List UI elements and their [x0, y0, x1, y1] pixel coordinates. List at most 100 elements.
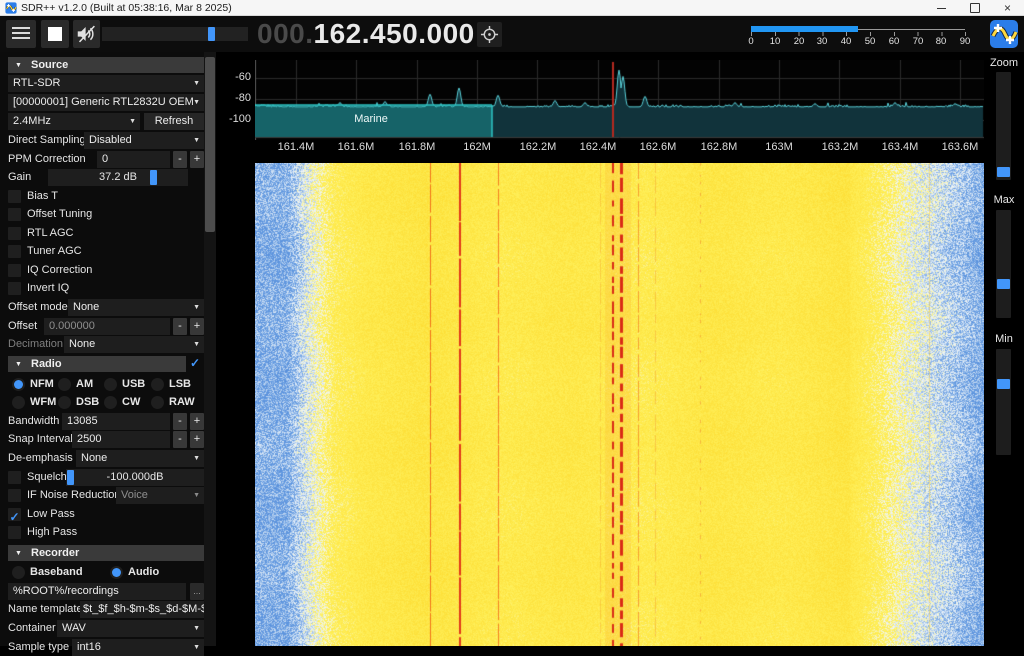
browse-button[interactable]: ... — [190, 583, 204, 600]
audio-radio[interactable] — [110, 566, 123, 579]
stop-button[interactable] — [41, 20, 69, 48]
bandwidth-input[interactable]: 13085 — [62, 413, 170, 430]
deemphasis-select[interactable]: None ▼ — [76, 450, 204, 467]
gain-slider[interactable]: 37.2 dB — [48, 169, 188, 186]
audio-label[interactable]: Audio — [128, 564, 159, 581]
ppm-input[interactable]: 0 — [97, 151, 170, 168]
fft-spectrum-plot[interactable] — [255, 60, 984, 140]
db-tick-0: 0 — [748, 36, 754, 47]
mode-am-radio[interactable] — [58, 378, 71, 391]
invert-iq-checkbox[interactable] — [8, 282, 21, 295]
bandwidth-increment-button[interactable]: + — [190, 413, 204, 430]
mode-cw-radio[interactable] — [104, 396, 117, 409]
gain-slider-handle[interactable] — [150, 170, 157, 185]
chevron-down-icon: ▼ — [193, 304, 200, 311]
offset-tuning-checkbox[interactable] — [8, 208, 21, 221]
high-pass-checkbox[interactable] — [8, 526, 21, 539]
sidebar-scrollbar[interactable] — [204, 52, 216, 646]
container-select[interactable]: WAV ▼ — [57, 620, 204, 637]
waterfall-display[interactable] — [255, 163, 984, 646]
offset-increment-button[interactable]: + — [190, 318, 204, 335]
source-type-select[interactable]: RTL-SDR ▼ — [8, 75, 204, 92]
mode-nfm-radio[interactable] — [12, 378, 25, 391]
close-button[interactable]: × — [991, 0, 1024, 16]
ifnr-select[interactable]: Voice ▼ — [116, 487, 204, 504]
mode-nfm-label[interactable]: NFM — [30, 376, 54, 393]
frequency-dim-digits[interactable]: 000. — [257, 18, 314, 49]
low-pass-checkbox[interactable]: ✓ — [8, 508, 21, 524]
mute-button[interactable] — [73, 20, 100, 48]
mode-cw-label[interactable]: CW — [122, 394, 140, 411]
menu-button[interactable] — [6, 20, 36, 48]
stop-icon — [48, 27, 62, 41]
snap-increment-button[interactable]: + — [190, 431, 204, 448]
frequency-digits[interactable]: 162.450.000 — [314, 18, 475, 49]
ifnr-checkbox[interactable] — [8, 489, 21, 502]
bandwidth-decrement-button[interactable]: - — [173, 413, 187, 430]
squelch-slider[interactable]: -100.000dB — [66, 469, 204, 486]
device-select[interactable]: [00000001] Generic RTL2832U OEM ▼ — [8, 94, 204, 111]
squelch-slider-handle[interactable] — [67, 470, 74, 485]
rtl-agc-checkbox[interactable] — [8, 227, 21, 240]
offset-mode-select[interactable]: None ▼ — [68, 299, 204, 316]
snap-interval-input[interactable]: 2500 — [72, 431, 170, 448]
direct-sampling-select[interactable]: Disabled ▼ — [84, 132, 204, 149]
offset-label: Offset — [8, 320, 38, 332]
mode-lsb-label[interactable]: LSB — [169, 376, 191, 393]
squelch-checkbox[interactable] — [8, 471, 21, 484]
source-panel-header[interactable]: ▼ Source — [8, 57, 204, 73]
mode-wfm-radio[interactable] — [12, 396, 25, 409]
mode-raw-label[interactable]: RAW — [169, 394, 195, 411]
gain-value: 37.2 dB — [99, 171, 137, 183]
offset-input[interactable]: 0.000000 — [44, 318, 170, 335]
fft-ytick--60: -60 — [235, 71, 251, 83]
iq-correction-checkbox[interactable] — [8, 264, 21, 277]
zoom-slider[interactable] — [996, 72, 1011, 180]
tuner-agc-checkbox[interactable] — [8, 245, 21, 258]
min-slider[interactable] — [996, 349, 1011, 455]
chevron-down-icon: ▼ — [193, 341, 200, 348]
baseband-label[interactable]: Baseband — [30, 564, 83, 581]
ppm-decrement-button[interactable]: - — [173, 151, 187, 168]
decimation-select[interactable]: None ▼ — [64, 336, 204, 353]
snap-decrement-button[interactable]: - — [173, 431, 187, 448]
mode-am-label[interactable]: AM — [76, 376, 93, 393]
offset-decrement-button[interactable]: - — [173, 318, 187, 335]
mode-lsb-radio[interactable] — [151, 378, 164, 391]
app-logo-icon — [5, 2, 17, 14]
radio-enabled-check-icon[interactable]: ✓ — [190, 355, 200, 372]
mode-wfm-label[interactable]: WFM — [30, 394, 56, 411]
mode-usb-radio[interactable] — [104, 378, 117, 391]
fft-range-rail[interactable] — [858, 28, 965, 30]
freq-tick-163.4M: 163.4M — [881, 141, 919, 153]
chevron-down-icon: ▼ — [193, 137, 200, 144]
volume-slider-handle[interactable] — [208, 27, 215, 41]
min-slider-handle[interactable] — [997, 379, 1010, 389]
mode-dsb-label[interactable]: DSB — [76, 394, 99, 411]
device-value: [00000001] Generic RTL2832U OEM — [13, 96, 194, 108]
recording-path-input[interactable]: %ROOT%/recordings — [8, 583, 186, 600]
mode-usb-label[interactable]: USB — [122, 376, 145, 393]
minimize-button[interactable] — [925, 0, 958, 16]
baseband-radio[interactable] — [12, 566, 25, 579]
recorder-panel-header[interactable]: ▼ Recorder — [8, 545, 204, 561]
sidebar: ▼ Source RTL-SDR ▼ [00000001] Generic RT… — [0, 52, 216, 656]
sidebar-scrollbar-thumb[interactable] — [205, 57, 215, 232]
mode-raw-radio[interactable] — [151, 396, 164, 409]
maximize-button[interactable] — [958, 0, 991, 16]
frequency-display[interactable]: 000.162.450.000 — [257, 17, 475, 51]
max-slider-handle[interactable] — [997, 279, 1010, 289]
radio-panel-header[interactable]: ▼ Radio — [8, 356, 186, 372]
zoom-slider-handle[interactable] — [997, 167, 1010, 177]
ppm-increment-button[interactable]: + — [190, 151, 204, 168]
name-template-input[interactable]: $t_$f_$h-$m-$s_$d-$M-$y — [80, 601, 204, 618]
max-slider[interactable] — [996, 210, 1011, 318]
tuning-mode-button[interactable] — [477, 22, 502, 47]
sample-type-select[interactable]: int16 ▼ — [72, 639, 204, 656]
bias-t-checkbox[interactable] — [8, 190, 21, 203]
volume-slider[interactable] — [102, 27, 248, 41]
freq-tick-161.8M: 161.8M — [398, 141, 436, 153]
mode-dsb-radio[interactable] — [58, 396, 71, 409]
refresh-button[interactable]: Refresh — [144, 113, 204, 130]
samplerate-select[interactable]: 2.4MHz ▼ — [8, 113, 140, 130]
